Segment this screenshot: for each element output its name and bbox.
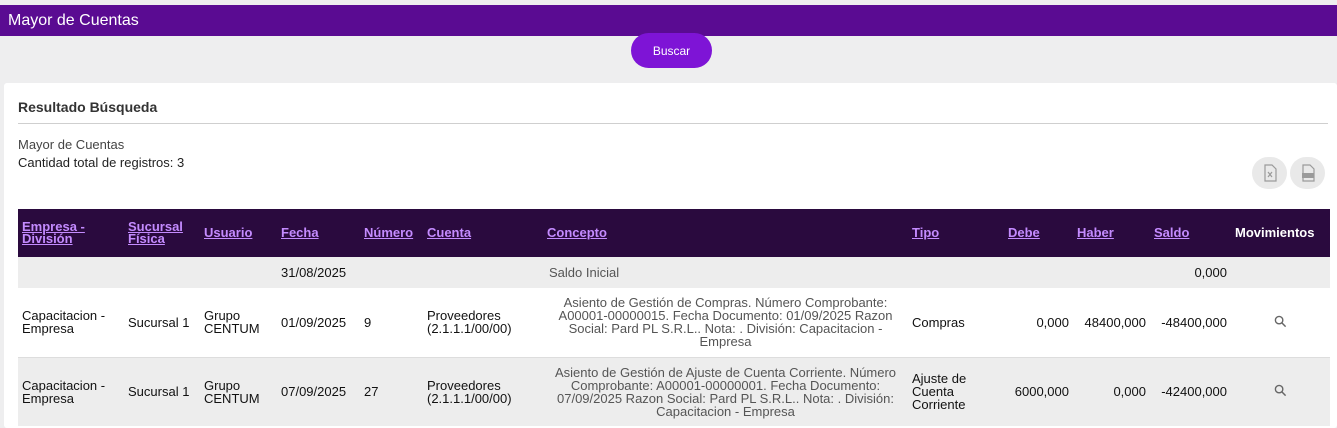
cell-numero: 27 <box>364 384 379 400</box>
header-numero[interactable]: Número <box>360 209 423 257</box>
cell-cuenta: Proveedores (2.1.1.1/00/00) <box>427 308 512 337</box>
cell-sucursal: Sucursal 1 <box>128 314 190 330</box>
saldo-inicial-row: 31/08/2025 Saldo Inicial 0,000 <box>18 257 1330 288</box>
cell-cuenta: Proveedores (2.1.1.1/00/00) <box>427 377 512 406</box>
table-header-row: Empresa - División Sucursal Física Usuar… <box>18 209 1330 257</box>
view-movements-button[interactable] <box>1274 384 1287 400</box>
cell-concepto: Asiento de Gestión de Compras. Número Co… <box>558 295 893 350</box>
cell-tipo: Compras <box>912 314 965 330</box>
cell-fecha: 07/09/2025 <box>281 384 347 400</box>
table-row: Capacitacion - Empresa Sucursal 1 Grupo … <box>18 357 1330 426</box>
export-csv-button[interactable] <box>1290 157 1325 189</box>
header-sucursal[interactable]: Sucursal Física <box>124 209 200 257</box>
excel-icon <box>1263 164 1277 182</box>
header-movimientos: Movimientos <box>1235 225 1315 240</box>
cell-debe: 0,000 <box>1036 314 1069 330</box>
cell-usuario: Grupo CENTUM <box>204 377 260 406</box>
header-cuenta[interactable]: Cuenta <box>423 209 543 257</box>
cell-saldo: -42400,000 <box>1161 384 1227 400</box>
movimientos-cell <box>1231 357 1330 426</box>
header-saldo[interactable]: Saldo <box>1150 209 1231 257</box>
cell-concepto: Asiento de Gestión de Ajuste de Cuenta C… <box>554 364 897 419</box>
header-concepto[interactable]: Concepto <box>543 209 908 257</box>
search-button[interactable]: Buscar <box>631 33 712 68</box>
ledger-table: Empresa - División Sucursal Física Usuar… <box>18 209 1330 426</box>
cell-saldo: 0,000 <box>1194 265 1227 280</box>
header-debe[interactable]: Debe <box>1004 209 1073 257</box>
header-fecha[interactable]: Fecha <box>277 209 360 257</box>
cell-saldo: -48400,000 <box>1161 314 1227 330</box>
record-count: Cantidad total de registros: 3 <box>18 155 185 170</box>
cell-usuario: Grupo CENTUM <box>204 308 260 337</box>
magnifier-icon <box>1274 315 1287 327</box>
header-tipo[interactable]: Tipo <box>908 209 1004 257</box>
cell-empresa: Capacitacion - Empresa <box>22 377 106 406</box>
cell-numero: 9 <box>364 314 372 330</box>
cell-fecha: 01/09/2025 <box>281 314 347 330</box>
cell-debe: 6000,000 <box>1014 384 1069 400</box>
movimientos-cell <box>1231 288 1330 357</box>
csv-icon <box>1301 164 1315 182</box>
cell-tipo: Ajuste de Cuenta Corriente <box>912 371 967 413</box>
header-haber[interactable]: Haber <box>1073 209 1150 257</box>
cell-fecha: 31/08/2025 <box>281 265 347 280</box>
page-title: Mayor de Cuentas <box>8 12 139 29</box>
cell-concepto: Saldo Inicial <box>549 265 620 280</box>
cell-haber: 0,000 <box>1113 384 1146 400</box>
results-title: Resultado Búsqueda <box>18 99 158 115</box>
header-usuario[interactable]: Usuario <box>200 209 277 257</box>
export-excel-button[interactable] <box>1252 157 1287 189</box>
table-row: Capacitacion - Empresa Sucursal 1 Grupo … <box>18 288 1330 357</box>
divider <box>18 123 1328 124</box>
view-movements-button[interactable] <box>1274 315 1287 331</box>
cell-haber: 48400,000 <box>1084 314 1146 330</box>
cell-sucursal: Sucursal 1 <box>128 384 190 400</box>
cell-empresa: Capacitacion - Empresa <box>22 308 106 337</box>
page-title-bar: Mayor de Cuentas <box>0 5 1337 36</box>
header-empresa[interactable]: Empresa - División <box>18 209 124 257</box>
magnifier-icon <box>1274 384 1287 397</box>
results-panel: Resultado Búsqueda Mayor de Cuentas Cant… <box>4 83 1337 428</box>
results-subtitle: Mayor de Cuentas <box>18 137 125 152</box>
